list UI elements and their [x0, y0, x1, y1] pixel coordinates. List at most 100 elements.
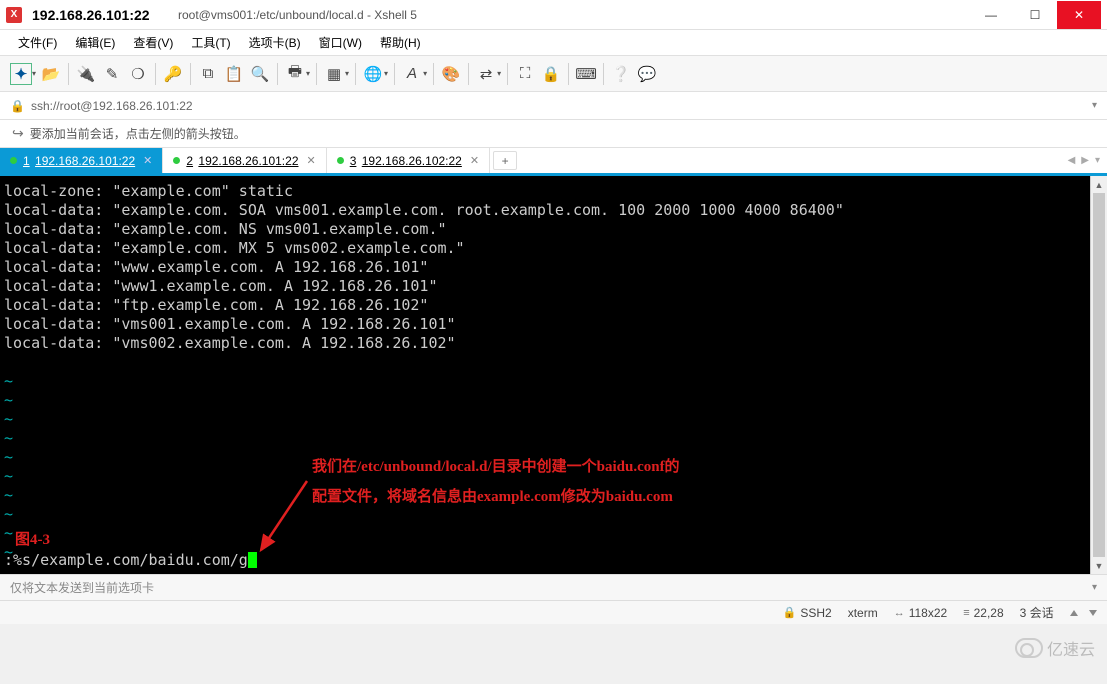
new-tab-button[interactable]: +	[493, 151, 517, 170]
key-icon[interactable]: 🔑	[162, 63, 184, 85]
cursor-icon: ≡	[963, 607, 969, 619]
status-size: ↔118x22	[894, 606, 947, 620]
help-icon[interactable]: ❔	[610, 63, 632, 85]
maximize-button[interactable]: ☐	[1013, 1, 1057, 29]
new-session-icon[interactable]: ✦	[10, 63, 32, 85]
sendbar[interactable]: 仅将文本发送到当前选项卡 ▾	[0, 574, 1107, 600]
terminal-line: local-zone: "example.com" static	[4, 182, 1103, 201]
open-icon[interactable]: 📂	[40, 63, 62, 85]
tab-number: 1	[23, 154, 30, 168]
tab-scroll: ◀ ▶ ▾	[1061, 148, 1107, 173]
tab-label: 192.168.26.101:22	[35, 154, 135, 168]
annotation-line2: 配置文件，将域名信息由example.com修改为baidu.com	[312, 488, 673, 507]
transfer-icon[interactable]: ⇄	[475, 63, 497, 85]
app-icon: X	[6, 7, 22, 23]
scroll-thumb[interactable]	[1093, 193, 1105, 557]
minimize-button[interactable]: —	[969, 1, 1013, 29]
copy-icon[interactable]: ⧉	[197, 63, 219, 85]
annotation-arrow-icon	[255, 476, 315, 556]
lock-icon[interactable]: 🔒	[540, 63, 562, 85]
status-updown	[1070, 606, 1097, 620]
vertical-scrollbar[interactable]: ▲ ▼	[1090, 176, 1107, 574]
status-cursor: ≡22,28	[963, 606, 1003, 620]
tab-3[interactable]: 3 192.168.26.102:22 ✕	[327, 148, 490, 173]
status-dot-icon	[337, 157, 344, 164]
keyboard-icon[interactable]: ⌨	[575, 63, 597, 85]
color-icon[interactable]: 🎨	[440, 63, 462, 85]
vim-command-text: :%s/example.com/baidu.com/g	[4, 551, 248, 569]
tab-list-icon[interactable]: ▾	[1092, 155, 1103, 166]
terminal-cursor	[248, 552, 257, 568]
hint-add-icon[interactable]: ↪	[12, 125, 24, 142]
terminal-empty	[4, 353, 1103, 372]
tab-label: 192.168.26.101:22	[198, 154, 298, 168]
scroll-up-icon[interactable]: ▲	[1091, 176, 1107, 193]
menu-view[interactable]: 查看(V)	[127, 30, 179, 55]
lock-small-icon: 🔒	[10, 99, 25, 113]
disconnect-icon[interactable]: ✎	[101, 63, 123, 85]
address-url[interactable]: ssh://root@192.168.26.101:22	[31, 99, 1092, 113]
vim-tilde: ~	[4, 410, 1103, 429]
status-termtype: xterm	[848, 606, 878, 620]
tab-close-icon[interactable]: ✕	[470, 154, 479, 167]
watermark: 亿速云	[1015, 636, 1095, 660]
status-dot-icon	[173, 157, 180, 164]
vim-tilde: ~	[4, 429, 1103, 448]
terminal[interactable]: local-zone: "example.com" static local-d…	[0, 176, 1107, 574]
figure-label: 图4-3	[15, 531, 50, 550]
sendbar-text: 仅将文本发送到当前选项卡	[10, 579, 154, 596]
sendbar-dropdown-icon[interactable]: ▾	[1092, 582, 1097, 593]
tab-scroll-left-icon[interactable]: ◀	[1065, 155, 1079, 166]
terminal-line: local-data: "www.example.com. A 192.168.…	[4, 258, 1103, 277]
font-icon[interactable]: A	[401, 63, 423, 85]
status-protocol: 🔒SSH2	[783, 606, 832, 620]
addressbar: 🔒 ssh://root@192.168.26.101:22 ▾	[0, 92, 1107, 120]
reconnect-icon[interactable]: 🔌	[75, 63, 97, 85]
web-icon[interactable]: 🌐	[362, 63, 384, 85]
tab-number: 2	[186, 154, 193, 168]
menu-tools[interactable]: 工具(T)	[185, 30, 236, 55]
tab-2[interactable]: 2 192.168.26.101:22 ✕	[163, 148, 326, 173]
terminal-line: local-data: "vms001.example.com. A 192.1…	[4, 315, 1103, 334]
fullscreen-icon[interactable]: ⛶	[514, 63, 536, 85]
vim-command-line[interactable]: :%s/example.com/baidu.com/g	[4, 551, 257, 570]
vim-tilde: ~	[4, 524, 1103, 543]
status-sessions: 3 会话	[1020, 604, 1054, 621]
tab-close-icon[interactable]: ✕	[143, 154, 152, 167]
print-icon[interactable]: 🖶	[284, 63, 306, 85]
terminal-wrap: local-zone: "example.com" static local-d…	[0, 176, 1107, 574]
statusbar: 🔒SSH2 xterm ↔118x22 ≡22,28 3 会话	[0, 600, 1107, 624]
menu-tabs[interactable]: 选项卡(B)	[243, 30, 307, 55]
terminal-line: local-data: "example.com. NS vms001.exam…	[4, 220, 1103, 239]
menu-edit[interactable]: 编辑(E)	[69, 30, 121, 55]
chat-icon[interactable]: 💬	[636, 63, 658, 85]
menu-window[interactable]: 窗口(W)	[313, 30, 368, 55]
watermark-logo-icon	[1015, 638, 1043, 658]
annotation-line1: 我们在/etc/unbound/local.d/目录中创建一个baidu.con…	[312, 458, 680, 477]
hintbar: ↪ 要添加当前会话，点击左侧的箭头按钮。	[0, 120, 1107, 148]
lock-icon: 🔒	[783, 606, 797, 619]
tab-1[interactable]: 1 192.168.26.101:22 ✕	[0, 148, 163, 173]
address-dropdown-icon[interactable]: ▾	[1092, 100, 1097, 111]
titlebar: X 192.168.26.101:22 root@vms001:/etc/unb…	[0, 0, 1107, 30]
properties-icon[interactable]: ❍	[127, 63, 149, 85]
menu-file[interactable]: 文件(F)	[12, 30, 63, 55]
paste-icon[interactable]: 📋	[223, 63, 245, 85]
close-button[interactable]: ✕	[1057, 1, 1101, 29]
tab-close-icon[interactable]: ✕	[307, 154, 316, 167]
tab-scroll-right-icon[interactable]: ▶	[1078, 155, 1092, 166]
layout-icon[interactable]: ▦	[323, 63, 345, 85]
terminal-line: local-data: "www1.example.com. A 192.168…	[4, 277, 1103, 296]
resize-icon: ↔	[894, 607, 905, 619]
find-icon[interactable]: 🔍	[249, 63, 271, 85]
tab-label: 192.168.26.102:22	[362, 154, 462, 168]
terminal-line: local-data: "example.com. SOA vms001.exa…	[4, 201, 1103, 220]
vim-tilde: ~	[4, 372, 1103, 391]
menu-help[interactable]: 帮助(H)	[374, 30, 427, 55]
tabstrip: 1 192.168.26.101:22 ✕ 2 192.168.26.101:2…	[0, 148, 1107, 176]
tab-number: 3	[350, 154, 357, 168]
status-dot-icon	[10, 157, 17, 164]
window-title: 192.168.26.101:22	[32, 7, 162, 23]
terminal-line: local-data: "example.com. MX 5 vms002.ex…	[4, 239, 1103, 258]
scroll-down-icon[interactable]: ▼	[1091, 557, 1107, 574]
